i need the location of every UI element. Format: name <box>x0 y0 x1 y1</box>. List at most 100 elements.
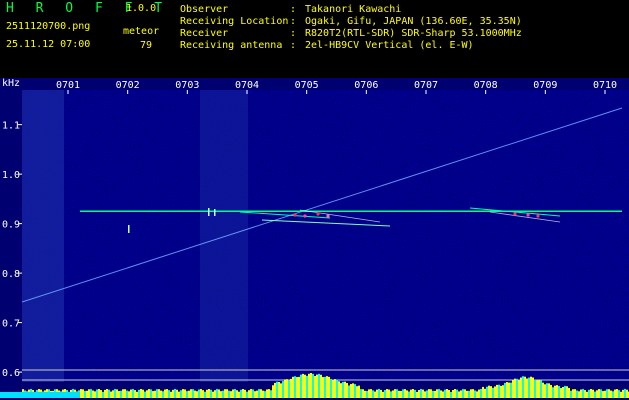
level-bar <box>344 381 346 398</box>
x-tick-label: 0707 <box>414 80 438 91</box>
level-bar <box>454 389 456 398</box>
level-bar <box>104 389 106 398</box>
level-bar <box>382 391 384 398</box>
level-bar <box>164 389 166 398</box>
level-bar <box>422 389 424 398</box>
level-bar <box>350 384 352 398</box>
level-bar <box>398 390 400 398</box>
level-bar <box>518 380 520 398</box>
level-bar <box>516 378 518 398</box>
level-bar <box>118 391 120 398</box>
receiver-key: Receiver <box>180 28 229 39</box>
level-bar <box>198 389 200 398</box>
y-tick-label: 0.6 <box>2 368 20 379</box>
level-bar <box>314 376 316 398</box>
level-bar <box>156 389 158 398</box>
level-bar <box>210 389 212 398</box>
level-bar <box>356 386 358 398</box>
level-bar <box>548 383 550 398</box>
level-bar <box>420 389 422 398</box>
level-bar <box>246 391 248 398</box>
level-bar <box>142 389 144 398</box>
level-bar <box>562 386 564 398</box>
level-bar <box>94 391 96 398</box>
level-bar <box>182 389 184 398</box>
level-bar <box>102 391 104 398</box>
level-bar <box>86 390 88 398</box>
level-bar <box>430 389 432 398</box>
level-bar <box>566 386 568 398</box>
bright-column-left <box>22 90 64 382</box>
level-bar <box>616 389 618 398</box>
level-bar <box>442 391 444 398</box>
level-bar <box>410 389 412 398</box>
level-bar <box>140 389 142 398</box>
level-bar <box>614 389 616 398</box>
level-bar <box>396 389 398 398</box>
level-bar <box>122 389 124 398</box>
level-bar <box>374 391 376 398</box>
level-bar <box>426 390 428 398</box>
level-bar <box>480 389 482 398</box>
level-bar <box>260 389 262 398</box>
level-bar <box>330 379 332 398</box>
level-bar <box>232 389 234 398</box>
level-bar <box>564 385 566 398</box>
level-bar <box>486 386 488 398</box>
file-name: 2511120700.png <box>6 21 91 32</box>
level-bar <box>204 391 206 398</box>
level-bar <box>438 389 440 398</box>
level-bar <box>222 390 224 398</box>
level-bar <box>596 390 598 398</box>
level-bar <box>512 380 514 398</box>
level-bar <box>180 390 182 398</box>
level-bar <box>626 389 628 398</box>
level-bar <box>320 374 322 398</box>
level-bar <box>270 390 272 398</box>
level-bar <box>152 391 154 398</box>
level-bar <box>508 382 510 398</box>
level-bar <box>186 391 188 398</box>
level-bar <box>496 384 498 398</box>
level-bar <box>544 384 546 398</box>
level-bar <box>384 390 386 398</box>
level-bar <box>502 385 504 398</box>
level-bar <box>228 390 230 398</box>
level-bar <box>266 389 268 398</box>
level-bar <box>128 391 130 398</box>
location-sep: : <box>290 16 297 27</box>
level-bar <box>224 389 226 398</box>
level-bar <box>268 389 270 398</box>
level-bar <box>532 377 534 398</box>
observer-key: Observer <box>180 4 229 15</box>
level-bar <box>624 389 626 398</box>
level-bar <box>604 390 606 398</box>
level-bar <box>80 389 82 398</box>
level-bar <box>238 391 240 398</box>
level-bar <box>534 379 536 398</box>
level-bar <box>226 389 228 398</box>
level-bar <box>296 377 298 398</box>
level-bar <box>240 389 242 398</box>
level-bar <box>292 376 294 398</box>
level-bar <box>148 389 150 398</box>
level-bar <box>510 382 512 398</box>
x-tick-label: 0704 <box>235 80 259 91</box>
observer-sep: : <box>290 4 297 15</box>
level-bar <box>282 381 284 398</box>
level-bar <box>436 389 438 398</box>
level-bar <box>610 390 612 398</box>
level-bar <box>162 391 164 398</box>
level-bar <box>482 386 484 398</box>
level-bar <box>134 390 136 398</box>
level-bar <box>598 389 600 398</box>
level-bar <box>244 389 246 398</box>
level-bar <box>112 390 114 398</box>
level-bar <box>132 389 134 398</box>
level-bar <box>424 391 426 398</box>
level-bar <box>116 389 118 398</box>
y-tick-label: 1.0 <box>2 170 20 181</box>
level-bar <box>478 389 480 398</box>
level-bar <box>252 389 254 398</box>
level-bar <box>200 389 202 398</box>
